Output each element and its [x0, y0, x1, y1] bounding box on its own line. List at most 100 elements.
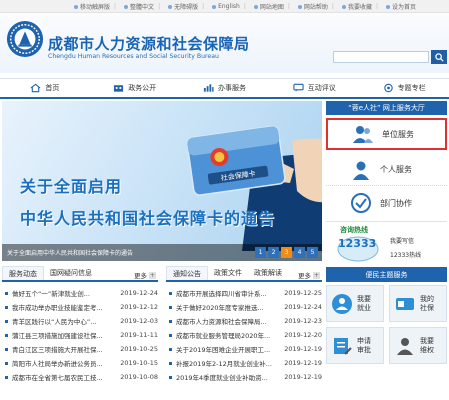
dept-cooperation-button[interactable]: 部门协作 [326, 187, 447, 219]
target-icon [383, 83, 393, 93]
top-link-help[interactable]: 网站帮助 | [294, 2, 338, 11]
news-date: 2019-12-19 [284, 359, 322, 367]
top-link-label: 设为首页 [391, 4, 416, 11]
list-item[interactable]: 青羊区践行以“人民为中心”... 2019-12-03 [2, 314, 158, 328]
tab-inquiry-info[interactable]: 国网疑问信息 [44, 266, 98, 280]
top-links: 移动触屏版 | 整體中文 | 无障碍版 | English | 网站地图 | 网站帮助 | … [70, 2, 420, 11]
search-input[interactable] [333, 51, 429, 63]
list-item[interactable]: 成都市就业服务管理局2020年... 2019-12-20 [166, 328, 322, 342]
more-link-left[interactable]: 更多 + [134, 270, 156, 280]
bullet-icon [297, 4, 302, 9]
news-date: 2019-12-24 [284, 303, 322, 311]
news-title: 关于做好2020年度专家推选... [176, 304, 264, 312]
hotline-12333-link[interactable]: 12333热线 [390, 250, 421, 259]
banner-caption[interactable]: 关于全面启用中华人民共和国社会保障卡的通告 [7, 248, 133, 257]
top-link-sitemap[interactable]: 网站地图 | [250, 2, 294, 11]
news-date: 2019-11-11 [120, 331, 158, 339]
list-item[interactable]: 成都市人力资源和社会保障局... 2019-12-23 [166, 314, 322, 328]
banner-page-4[interactable]: 4 [294, 247, 305, 258]
list-item[interactable]: 关于做好2020年度专家推选... 2019-12-24 [166, 300, 322, 314]
bullet-icon [5, 333, 8, 337]
nav-item-home[interactable]: 首页 [0, 79, 90, 97]
nav-item-services[interactable]: 办事服务 [180, 79, 270, 97]
tab-policy-docs[interactable]: 政策文件 [208, 266, 248, 280]
tab-policy-interpretation[interactable]: 政策解读 [248, 266, 288, 280]
personal-service-button[interactable]: 个人服务 [326, 154, 447, 186]
news-date: 2019-12-25 [284, 289, 322, 297]
bullet-icon [169, 333, 172, 337]
unit-service-label: 单位服务 [382, 129, 414, 139]
top-link-traditional[interactable]: 整體中文 | [120, 2, 164, 11]
list-item[interactable]: 青白江区三项措施大开展社保... 2019-10-25 [2, 342, 158, 356]
top-link-label: 整體中文 [130, 4, 155, 11]
list-item[interactable]: 做好五个“一”新津就业创... 2019-12-24 [2, 286, 158, 300]
news-tabs-right: 通知公告 政策文件 政策解读 更多 + [166, 266, 322, 282]
top-link-mobile[interactable]: 移动触屏版 | [70, 2, 120, 11]
social-security-card-image: 社会保障卡 [186, 125, 322, 251]
list-item[interactable]: 蒲江县三项措施加强建设社保... 2019-11-11 [2, 328, 158, 342]
list-item[interactable]: 成都市开展选择四川省审计系... 2019-12-25 [166, 286, 322, 300]
list-item[interactable]: 补报2019年2-12月就业创业补... 2019-12-19 [166, 356, 322, 370]
news-panel-left: 服务动态 国网疑问信息 更多 + 做好五个“一”新津就业创... 2019-12-2… [2, 266, 158, 384]
rights-icon [397, 337, 413, 355]
bullet-icon [124, 4, 129, 9]
tab-notices[interactable]: 通知公告 [166, 266, 208, 280]
news-title: 成都市在全省第七届农民工技... [12, 374, 103, 382]
nav-item-label: 专题专栏 [397, 84, 426, 92]
top-link-accessible[interactable]: 无障碍版 | [164, 2, 208, 11]
top-link-label: 网站地图 [259, 4, 284, 11]
news-date: 2019-12-19 [284, 345, 322, 353]
theme-tile-label: 我要维权 [420, 336, 434, 354]
top-link-english[interactable]: English | [208, 2, 250, 11]
news-date: 2019-12-23 [284, 317, 322, 325]
banner-headline-2: 中华人民共和国社会保障卡的通告 [20, 209, 276, 228]
theme-tile-label: 我的社保 [420, 294, 434, 312]
news-panel-right: 通知公告 政策文件 政策解读 更多 + 成都市开展选择四川省审计系... 2019-… [166, 266, 322, 384]
banner-carousel[interactable]: 社会保障卡 关于全面启用 中华人民共和国社会保障卡的通告 关于全面启用中华人民共… [2, 101, 322, 261]
top-link-homepage[interactable]: 设为首页 [382, 2, 420, 11]
search-icon [434, 52, 444, 62]
news-title: 关于2019年困难企业开展职工... [176, 346, 271, 354]
banner-page-3[interactable]: 3 [281, 247, 292, 258]
person-icon [353, 161, 369, 180]
theme-tile-approval[interactable]: 申请审批 [326, 327, 384, 364]
unit-service-button[interactable]: 单位服务 [326, 118, 447, 150]
list-item[interactable]: 关于2019年困难企业开展职工... 2019-12-19 [166, 342, 322, 356]
banner-caption-bar: 关于全面启用中华人民共和国社会保障卡的通告 1 2 3 4 5 [2, 244, 322, 261]
theme-tile-insurance[interactable]: 我的社保 [389, 285, 447, 322]
service-hall-title[interactable]: “蓉e人社” 网上服务大厅 [326, 101, 447, 115]
search-button[interactable] [431, 50, 447, 64]
banner-page-1[interactable]: 1 [255, 247, 266, 258]
write-letter-link[interactable]: 我要写信 [390, 236, 414, 245]
theme-tile-employment[interactable]: 我要就业 [326, 285, 384, 322]
news-title: 补报2019年2-12月就业创业补... [176, 360, 272, 368]
top-bar: 移动触屏版 | 整體中文 | 无障碍版 | English | 网站地图 | 网站帮助 | … [0, 0, 449, 13]
news-date: 2019-12-03 [120, 317, 158, 325]
top-link-label: 移动触屏版 [80, 4, 111, 11]
list-item[interactable]: 2019年4季度就业创业补助资... 2019-12-19 [166, 370, 322, 384]
nav-item-topics[interactable]: 专题专栏 [359, 79, 449, 97]
banner-page-5[interactable]: 5 [307, 247, 318, 258]
top-link-favorite[interactable]: 我要收藏 | [338, 2, 382, 11]
list-item[interactable]: 简阳市人社局举办新进公务员... 2019-10-15 [2, 356, 158, 370]
bullet-icon [385, 4, 390, 9]
tab-service-news[interactable]: 服务动态 [2, 266, 44, 280]
bullet-icon [169, 319, 172, 323]
nav-item-interaction[interactable]: 互动评议 [269, 79, 359, 97]
nav-item-gov-affairs[interactable]: 政务公开 [90, 79, 180, 97]
more-link-right[interactable]: 更多 + [298, 270, 320, 280]
chat-icon [293, 83, 304, 92]
more-label: 更多 [134, 272, 147, 280]
news-date: 2019-10-25 [120, 345, 158, 353]
unit-icon [353, 126, 373, 143]
news-date: 2019-12-20 [284, 331, 322, 339]
approval-icon [334, 337, 352, 355]
banner-page-2[interactable]: 2 [268, 247, 279, 258]
plus-icon: + [149, 271, 156, 279]
site-title[interactable]: 成都市人力资源和社会保障局 [48, 33, 250, 54]
list-item[interactable]: 我市成功举办职业技能鉴定考... 2019-12-12 [2, 300, 158, 314]
theme-tile-rights[interactable]: 我要维权 [389, 327, 447, 364]
bullet-icon [5, 305, 8, 309]
cooperation-icon [351, 193, 371, 213]
list-item[interactable]: 成都市在全省第七届农民工技... 2019-10-08 [2, 370, 158, 384]
